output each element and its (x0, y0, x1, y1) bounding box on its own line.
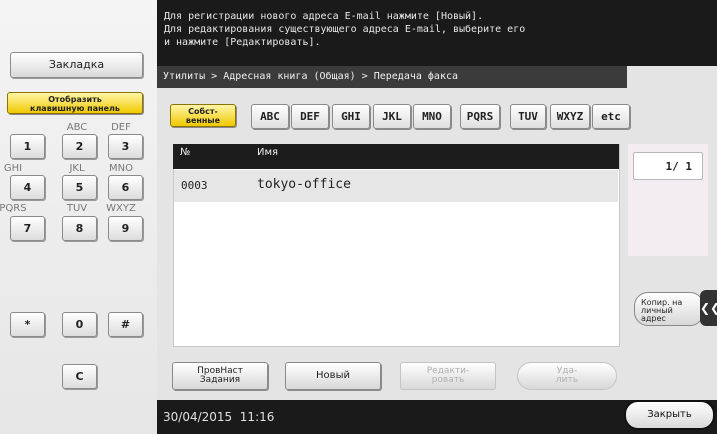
key-5[interactable]: 5 (62, 175, 97, 200)
tab-def[interactable]: DEF (291, 104, 329, 129)
key-letters-7: PQRS (0, 203, 27, 214)
key-letters-6: MNO (109, 163, 133, 174)
page-indicator: 1/ 1 (633, 152, 703, 180)
delete-label-2: лить (555, 375, 579, 385)
key-9[interactable]: 9 (108, 216, 143, 241)
tab-pqrs[interactable]: PQRS (460, 104, 500, 129)
tab-ghi[interactable]: GHI (332, 104, 370, 129)
key-hash[interactable]: # (108, 312, 143, 337)
show-keyboard-label-2: клавишную панель (30, 104, 120, 113)
keypad-panel: Закладка Отобразить клавишную панель ABC… (0, 0, 158, 434)
message-line-2: Для редактирования существующего адреса … (164, 24, 526, 35)
key-clear[interactable]: C (62, 364, 97, 389)
tab-tuv[interactable]: TUV (510, 104, 546, 129)
key-4[interactable]: 4 (10, 175, 45, 200)
tab-jkl[interactable]: JKL (373, 104, 411, 129)
key-7[interactable]: 7 (10, 216, 45, 241)
tab-wxyz[interactable]: WXYZ (550, 104, 590, 129)
key-letters-5: JKL (69, 163, 85, 174)
job-settings-label-2: Задания (199, 375, 241, 385)
show-keyboard-label-1: Отобразить (48, 95, 102, 104)
key-letters-9: WXYZ (106, 203, 136, 214)
new-button[interactable]: Новый (285, 362, 381, 390)
tab-mno[interactable]: MNO (413, 104, 451, 129)
key-6[interactable]: 6 (108, 175, 143, 200)
copy-personal-address-button[interactable]: Копир. на личный адрес (634, 292, 704, 326)
tab-own-label-1: Собст- (188, 107, 218, 116)
key-letters-4: GHI (3, 163, 23, 174)
date-time: 30/04/2015 11:16 (163, 410, 275, 424)
column-number: № (180, 147, 191, 158)
column-name: Имя (257, 147, 279, 158)
key-letters-8: TUV (66, 203, 88, 214)
table-row[interactable]: 0003 tokyo-office (174, 170, 618, 202)
edit-button[interactable]: Редакти- ровать (400, 362, 496, 390)
show-keyboard-button[interactable]: Отобразить клавишную панель (7, 92, 143, 114)
edit-label-2: ровать (431, 375, 465, 385)
list-header: № Имя (173, 144, 619, 169)
tab-abc[interactable]: ABC (251, 104, 289, 129)
breadcrumb: Утилиты > Адресная книга (Общая) > Перед… (157, 66, 627, 88)
key-2[interactable]: 2 (62, 134, 97, 159)
close-button[interactable]: Закрыть (624, 400, 715, 430)
key-0[interactable]: 0 (62, 312, 97, 337)
bookmark-button[interactable]: Закладка (10, 52, 143, 78)
delete-button[interactable]: Уда- лить (517, 362, 617, 390)
row-number: 0003 (181, 179, 208, 192)
key-3[interactable]: 3 (108, 134, 143, 159)
key-1[interactable]: 1 (10, 134, 45, 159)
message-line-1: Для регистрации нового адреса E-mail наж… (164, 11, 484, 22)
tab-etc[interactable]: etc (592, 104, 630, 129)
key-letters-2: ABC (66, 122, 88, 133)
message-line-3: и нажмите [Редактировать]. (164, 37, 321, 48)
side-panel-toggle[interactable]: ❮❮ (700, 290, 717, 326)
key-star[interactable]: * (10, 312, 45, 337)
key-8[interactable]: 8 (62, 216, 97, 241)
job-settings-button[interactable]: ПровНаст Задания (172, 362, 268, 390)
key-letters-3: DEF (111, 122, 131, 133)
message-bar: Для регистрации нового адреса E-mail наж… (157, 0, 717, 66)
tab-own[interactable]: Собст- венные (170, 104, 236, 127)
tab-own-label-2: венные (185, 116, 221, 125)
chevron-double-left-icon: ❮❮ (700, 301, 717, 315)
row-name: tokyo-office (257, 177, 351, 192)
